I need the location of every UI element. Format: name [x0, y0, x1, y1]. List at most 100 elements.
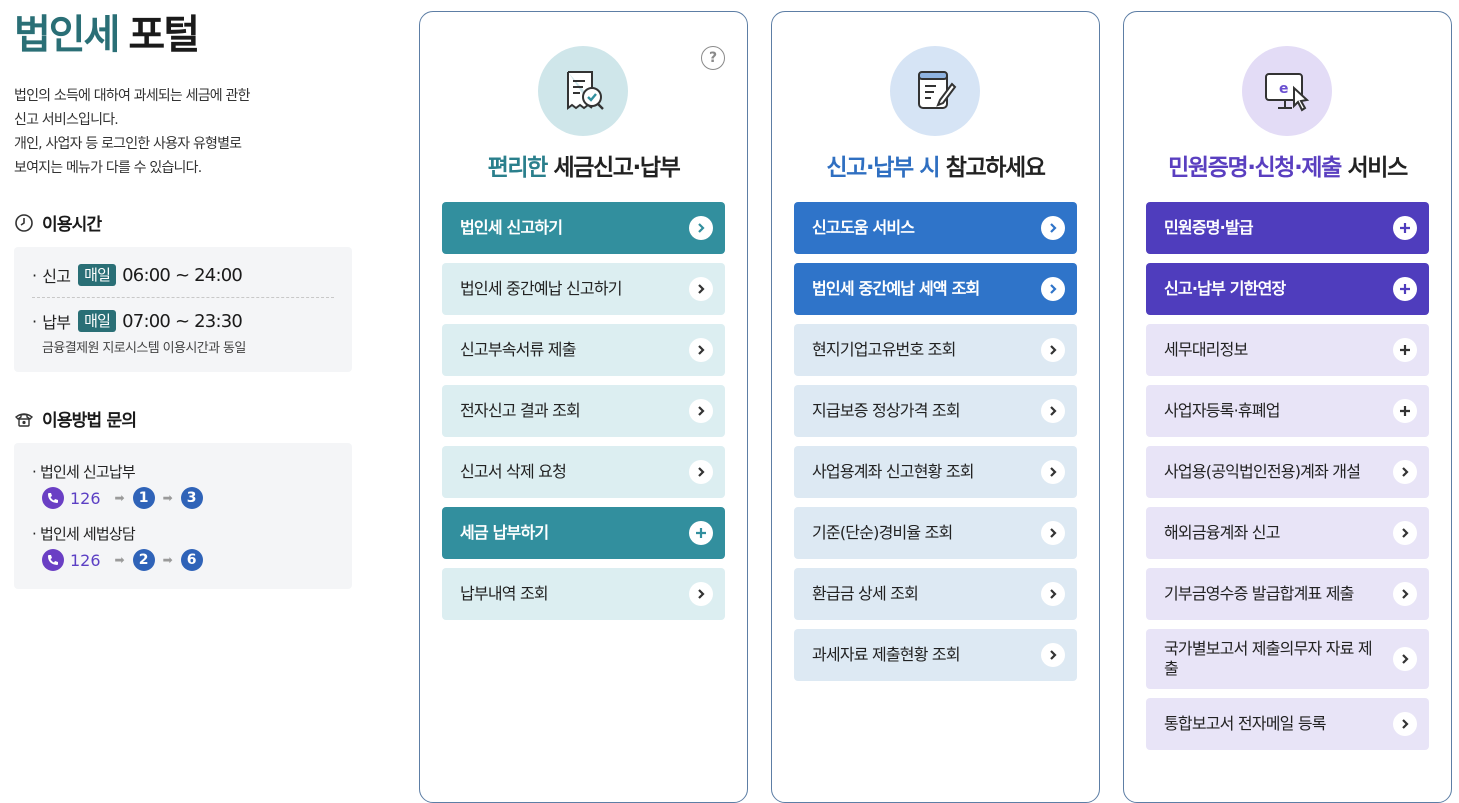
menu-item-label: 사업용계좌 신고현황 조회 — [812, 462, 975, 481]
chevron-right-icon — [1393, 460, 1417, 484]
menu-item-label: 사업용(공익법인전용)계좌 개설 — [1164, 462, 1361, 481]
menu-item-label: 신고부속서류 제출 — [460, 340, 576, 359]
reference-column: 신고·납부 시 참고하세요 신고도움 서비스법인세 중간예납 세액 조회현지기업… — [771, 11, 1100, 803]
menu-list: 법인세 신고하기법인세 중간예납 신고하기신고부속서류 제출전자신고 결과 조회… — [442, 202, 725, 629]
page-description: 법인의 소득에 대하여 과세되는 세금에 관한 신고 서비스입니다. 개인, 사… — [14, 88, 251, 176]
menu-item-label: 지급보증 정상가격 조회 — [812, 401, 961, 420]
chevron-right-icon — [1393, 582, 1417, 606]
menu-item[interactable]: 세무대리정보 — [1146, 324, 1429, 376]
menu-item[interactable]: 법인세 중간예납 신고하기 — [442, 263, 725, 315]
menu-item-label: 현지기업고유번호 조회 — [812, 340, 956, 359]
chevron-right-icon — [1041, 582, 1065, 606]
arrow-right-icon: ➡ — [114, 553, 125, 567]
menu-item[interactable]: 민원증명·발급 — [1146, 202, 1429, 254]
menu-item[interactable]: 해외금융계좌 신고 — [1146, 507, 1429, 559]
menu-item-label: 사업자등록·휴폐업 — [1164, 401, 1280, 420]
contact-steps: 126 ➡ 1 ➡ 3 — [42, 487, 203, 509]
chevron-right-icon — [689, 277, 713, 301]
contact-heading: 이용방법 문의 — [14, 406, 137, 431]
column-title: 편리한 세금신고·납부 — [487, 155, 681, 181]
menu-item[interactable]: 국가별보고서 제출의무자 자료 제출 — [1146, 629, 1429, 689]
chevron-right-icon — [1393, 521, 1417, 545]
menu-list: 신고도움 서비스법인세 중간예납 세액 조회현지기업고유번호 조회지급보증 정상… — [794, 202, 1077, 690]
plus-icon — [1393, 216, 1417, 240]
chevron-right-icon — [1041, 277, 1065, 301]
menu-item[interactable]: 세금 납부하기 — [442, 507, 725, 559]
menu-item[interactable]: 사업자등록·휴폐업 — [1146, 385, 1429, 437]
arrow-right-icon: ➡ — [162, 491, 173, 505]
menu-item[interactable]: 기준(단순)경비율 조회 — [794, 507, 1077, 559]
receipt-check-icon — [538, 46, 628, 136]
menu-item[interactable]: 전자신고 결과 조회 — [442, 385, 725, 437]
menu-item-label: 환급금 상세 조회 — [812, 584, 919, 603]
menu-item[interactable]: 법인세 신고하기 — [442, 202, 725, 254]
menu-item-label: 신고서 삭제 요청 — [460, 462, 567, 481]
plus-icon — [1393, 399, 1417, 423]
menu-item-label: 민원증명·발급 — [1164, 218, 1254, 237]
phone-icon — [42, 487, 64, 509]
chevron-right-icon — [1041, 399, 1065, 423]
chevron-right-icon — [1041, 460, 1065, 484]
menu-item-label: 법인세 중간예납 신고하기 — [460, 279, 623, 298]
menu-item[interactable]: 과세자료 제출현황 조회 — [794, 629, 1077, 681]
step-number: 6 — [180, 549, 203, 571]
step-number: 1 — [132, 487, 155, 509]
chevron-right-icon — [1041, 216, 1065, 240]
plus-icon — [1393, 277, 1417, 301]
chevron-right-icon — [1041, 521, 1065, 545]
menu-item[interactable]: 기부금영수증 발급합계표 제출 — [1146, 568, 1429, 620]
help-icon[interactable]: ? — [701, 46, 725, 70]
divider — [32, 297, 334, 298]
menu-item[interactable]: 신고도움 서비스 — [794, 202, 1077, 254]
menu-item[interactable]: 사업용(공익법인전용)계좌 개설 — [1146, 446, 1429, 498]
menu-item-label: 신고도움 서비스 — [812, 218, 915, 237]
menu-item[interactable]: 신고·납부 기한연장 — [1146, 263, 1429, 315]
menu-item[interactable]: 지급보증 정상가격 조회 — [794, 385, 1077, 437]
menu-item-label: 해외금융계좌 신고 — [1164, 523, 1280, 542]
chevron-right-icon — [1393, 647, 1417, 671]
payment-note: 금융결제원 지로시스템 이용시간과 동일 — [42, 341, 246, 356]
menu-item[interactable]: 환급금 상세 조회 — [794, 568, 1077, 620]
step-number: 2 — [132, 549, 155, 571]
menu-item-label: 과세자료 제출현황 조회 — [812, 645, 961, 664]
column-title: 민원증명·신청·제출 서비스 — [1168, 155, 1408, 181]
step-number: 3 — [180, 487, 203, 509]
column-title: 신고·납부 시 참고하세요 — [826, 155, 1046, 181]
menu-item-label: 세무대리정보 — [1164, 340, 1248, 359]
payment-hours: · 납부 매일 07:00 ~ 23:30 — [32, 310, 243, 332]
menu-item[interactable]: 사업용계좌 신고현황 조회 — [794, 446, 1077, 498]
menu-item[interactable]: 법인세 중간예납 세액 조회 — [794, 263, 1077, 315]
menu-item[interactable]: 신고부속서류 제출 — [442, 324, 725, 376]
chevron-right-icon — [1393, 712, 1417, 736]
arrow-right-icon: ➡ — [162, 553, 173, 567]
page-title: 법인세 포털 — [14, 12, 200, 58]
plus-icon — [1393, 338, 1417, 362]
menu-item-label: 법인세 중간예납 세액 조회 — [812, 279, 980, 298]
filing-hours: · 신고 매일 06:00 ~ 24:00 — [32, 264, 243, 286]
menu-item[interactable]: 납부내역 조회 — [442, 568, 725, 620]
certificate-service-column: e 민원증명·신청·제출 서비스 민원증명·발급신고·납부 기한연장세무대리정보… — [1123, 11, 1452, 803]
note-pen-icon — [890, 46, 980, 136]
chevron-right-icon — [1041, 643, 1065, 667]
menu-item-label: 기부금영수증 발급합계표 제출 — [1164, 584, 1354, 603]
plus-icon — [689, 521, 713, 545]
menu-item-label: 국가별보고서 제출의무자 자료 제출 — [1164, 639, 1373, 678]
menu-item-label: 세금 납부하기 — [460, 523, 549, 542]
menu-item[interactable]: 현지기업고유번호 조회 — [794, 324, 1077, 376]
e-monitor-icon: e — [1242, 46, 1332, 136]
chevron-right-icon — [689, 460, 713, 484]
chevron-right-icon — [689, 338, 713, 362]
chevron-right-icon — [689, 216, 713, 240]
daily-badge: 매일 — [78, 310, 117, 332]
menu-item-label: 전자신고 결과 조회 — [460, 401, 581, 420]
menu-item-label: 납부내역 조회 — [460, 584, 549, 603]
clock-icon — [14, 213, 34, 233]
menu-item-label: 통합보고서 전자메일 등록 — [1164, 714, 1327, 733]
menu-item-label: 법인세 신고하기 — [460, 218, 563, 237]
chevron-right-icon — [1041, 338, 1065, 362]
svg-text:e: e — [1279, 81, 1289, 97]
phone-icon — [42, 549, 64, 571]
menu-item[interactable]: 통합보고서 전자메일 등록 — [1146, 698, 1429, 750]
contact-label: · 법인세 세법상담 — [32, 525, 136, 543]
menu-item[interactable]: 신고서 삭제 요청 — [442, 446, 725, 498]
